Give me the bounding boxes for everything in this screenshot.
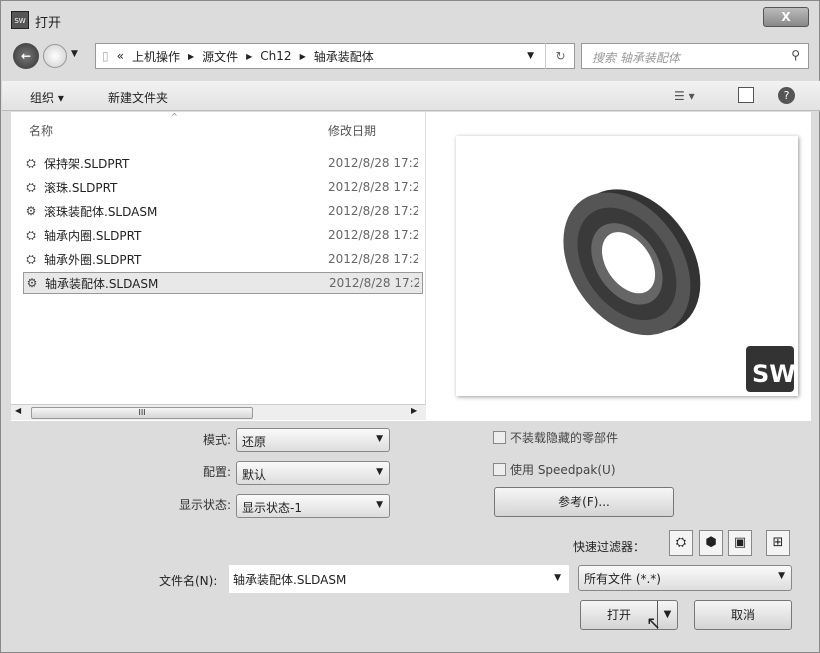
file-name: 滚珠.SLDPRT	[44, 180, 118, 195]
speedpak-checkbox[interactable]: 使用 Speedpak(U)	[493, 461, 616, 478]
file-date: 2012/8/28 17:2	[328, 252, 418, 266]
display-state-select[interactable]: 显示状态-1 ▼	[236, 494, 390, 518]
breadcrumb-item[interactable]: Ch12	[260, 49, 291, 63]
file-name: 轴承内圈.SLDPRT	[44, 228, 142, 243]
solidworks-logo-text: SW	[752, 360, 796, 388]
references-button[interactable]: 参考(F)...	[494, 487, 674, 517]
breadcrumb-item[interactable]: 上机操作	[132, 48, 180, 65]
organize-button[interactable]: 组织 ▾	[30, 89, 64, 106]
address-bar[interactable]: ▯ « 上机操作 ▶ 源文件 ▶ Ch12 ▶ 轴承装配体 ▼	[95, 43, 575, 69]
breadcrumb-overflow[interactable]: «	[117, 49, 124, 63]
search-input[interactable]: 搜索 轴承装配体 ⚲	[581, 43, 809, 69]
chevron-down-icon[interactable]: ▼	[554, 573, 561, 583]
scroll-thumb[interactable]: III	[31, 407, 253, 419]
scroll-right-icon[interactable]: ▶	[411, 406, 417, 415]
close-button[interactable]: X	[763, 7, 809, 27]
folder-icon: ▯	[102, 49, 109, 63]
dialog-title: 打开	[35, 16, 62, 31]
open-label: 打开	[606, 608, 631, 622]
file-type-value: 所有文件 (*.*)	[584, 572, 661, 586]
config-label: 配置:	[202, 465, 231, 479]
no-hidden-label: 不装载隐藏的零部件	[510, 431, 619, 445]
recent-locations-dropdown[interactable]: ▼	[71, 49, 78, 59]
file-date: 2012/8/28 17:2	[329, 276, 419, 290]
file-date: 2012/8/28 17:2	[328, 228, 418, 242]
part-icon: ⛭	[26, 155, 36, 170]
filter-top-level-icon[interactable]: ⊞	[766, 530, 790, 556]
chevron-down-icon: ▼	[376, 434, 383, 444]
file-row[interactable]: ⚙ 轴承装配体.SLDASM 2012/8/28 17:2	[23, 272, 423, 294]
file-name: 保持架.SLDPRT	[44, 156, 130, 171]
part-icon: ⛭	[26, 251, 36, 266]
preview-pane-icon[interactable]	[738, 87, 754, 103]
mouse-cursor-icon: ↖	[646, 613, 662, 634]
quick-filter-label: 快速过滤器：	[573, 540, 646, 554]
file-date: 2012/8/28 17:2	[328, 156, 418, 170]
config-select[interactable]: 默认 ▼	[236, 461, 390, 485]
filter-parts-icon[interactable]: ⛭	[669, 530, 693, 556]
scroll-left-icon[interactable]: ◀	[15, 406, 21, 415]
open-button[interactable]: 打开 ▼	[580, 600, 678, 630]
bearing-preview-image: SW	[563, 189, 796, 392]
file-row[interactable]: ⚙ 滚珠装配体.SLDASM 2012/8/28 17:2	[23, 200, 423, 222]
column-header-name[interactable]: 名称	[29, 122, 53, 139]
filename-value: 轴承装配体.SLDASM	[233, 573, 347, 587]
address-dropdown[interactable]: ▼	[527, 51, 534, 61]
search-placeholder: 搜索 轴承装配体	[592, 51, 680, 65]
new-folder-button[interactable]: 新建文件夹	[108, 89, 168, 106]
navigation-bar: ← ▼ ▯ « 上机操作 ▶ 源文件 ▶ Ch12 ▶ 轴承装配体 ▼ ↻ 搜索 轴承…	[11, 41, 811, 71]
speedpak-label: 使用 Speedpak(U)	[510, 463, 616, 477]
assembly-icon: ⚙	[26, 276, 38, 290]
display-state-value: 显示状态-1	[242, 501, 302, 515]
file-row[interactable]: ⛭ 滚珠.SLDPRT 2012/8/28 17:2	[23, 176, 423, 198]
preview-pane: SW	[456, 136, 798, 396]
part-icon: ⛭	[26, 179, 36, 194]
chevron-right-icon[interactable]: ▶	[300, 52, 306, 61]
mode-label: 模式:	[202, 433, 231, 447]
open-dialog: SW 打开 X ← ▼ ▯ « 上机操作 ▶ 源文件 ▶ Ch12 ▶ 轴承装配体 ▼…	[0, 0, 820, 653]
breadcrumb-item[interactable]: 源文件	[202, 48, 238, 65]
file-date: 2012/8/28 17:2	[328, 204, 418, 218]
mode-value: 还原	[242, 435, 267, 449]
file-date: 2012/8/28 17:2	[328, 180, 418, 194]
file-row[interactable]: ⛭ 轴承内圈.SLDPRT 2012/8/28 17:2	[23, 224, 423, 246]
config-value: 默认	[242, 468, 267, 482]
back-button[interactable]: ←	[13, 43, 39, 69]
file-type-select[interactable]: 所有文件 (*.*) ▼	[578, 565, 792, 591]
file-row[interactable]: ⛭ 轴承外圈.SLDPRT 2012/8/28 17:2	[23, 248, 423, 270]
chevron-down-icon: ▼	[778, 571, 785, 581]
chevron-down-icon: ▼	[376, 500, 383, 510]
no-hidden-checkbox[interactable]: 不装载隐藏的零部件	[493, 429, 618, 446]
file-list: ^ 名称 修改日期 ⛭ 保持架.SLDPRT 2012/8/28 17:2 ⛭ 滚珠.S…	[11, 112, 426, 404]
toolbar: 组织 ▾ 新建文件夹 ☰ ▾ ?	[2, 81, 820, 111]
refresh-button[interactable]: ↻	[545, 43, 575, 69]
help-icon[interactable]: ?	[778, 87, 795, 104]
horizontal-scrollbar[interactable]: ◀ III ▶	[11, 404, 426, 420]
file-name: 滚珠装配体.SLDASM	[44, 204, 158, 219]
file-name: 轴承装配体.SLDASM	[45, 276, 159, 291]
cancel-button[interactable]: 取消	[694, 600, 792, 630]
filename-label: 文件名(N):	[159, 574, 218, 588]
file-row[interactable]: ⛭ 保持架.SLDPRT 2012/8/28 17:2	[23, 152, 423, 174]
filter-assemblies-icon[interactable]: ⬢	[699, 530, 723, 556]
file-name: 轴承外圈.SLDPRT	[44, 252, 142, 267]
forward-button[interactable]	[43, 44, 67, 68]
chevron-down-icon: ▼	[376, 467, 383, 477]
solidworks-app-icon: SW	[11, 11, 29, 29]
sort-arrow-icon: ^	[171, 112, 178, 121]
view-options-icon[interactable]: ☰ ▾	[674, 89, 695, 103]
part-icon: ⛭	[26, 227, 36, 242]
chevron-right-icon[interactable]: ▶	[188, 52, 194, 61]
file-browser: ^ 名称 修改日期 ⛭ 保持架.SLDPRT 2012/8/28 17:2 ⛭ 滚珠.S…	[11, 112, 811, 421]
breadcrumb-item[interactable]: 轴承装配体	[314, 48, 374, 65]
filename-input[interactable]: 轴承装配体.SLDASM ▼	[229, 565, 569, 593]
assembly-icon: ⚙	[25, 204, 37, 218]
column-header-date[interactable]: 修改日期	[328, 122, 376, 139]
filter-drawings-icon[interactable]: ▣	[728, 530, 752, 556]
mode-select[interactable]: 还原 ▼	[236, 428, 390, 452]
title-bar: SW 打开 X	[1, 1, 819, 37]
display-state-label: 显示状态:	[178, 498, 231, 512]
search-icon[interactable]: ⚲	[791, 48, 800, 62]
chevron-right-icon[interactable]: ▶	[246, 52, 252, 61]
